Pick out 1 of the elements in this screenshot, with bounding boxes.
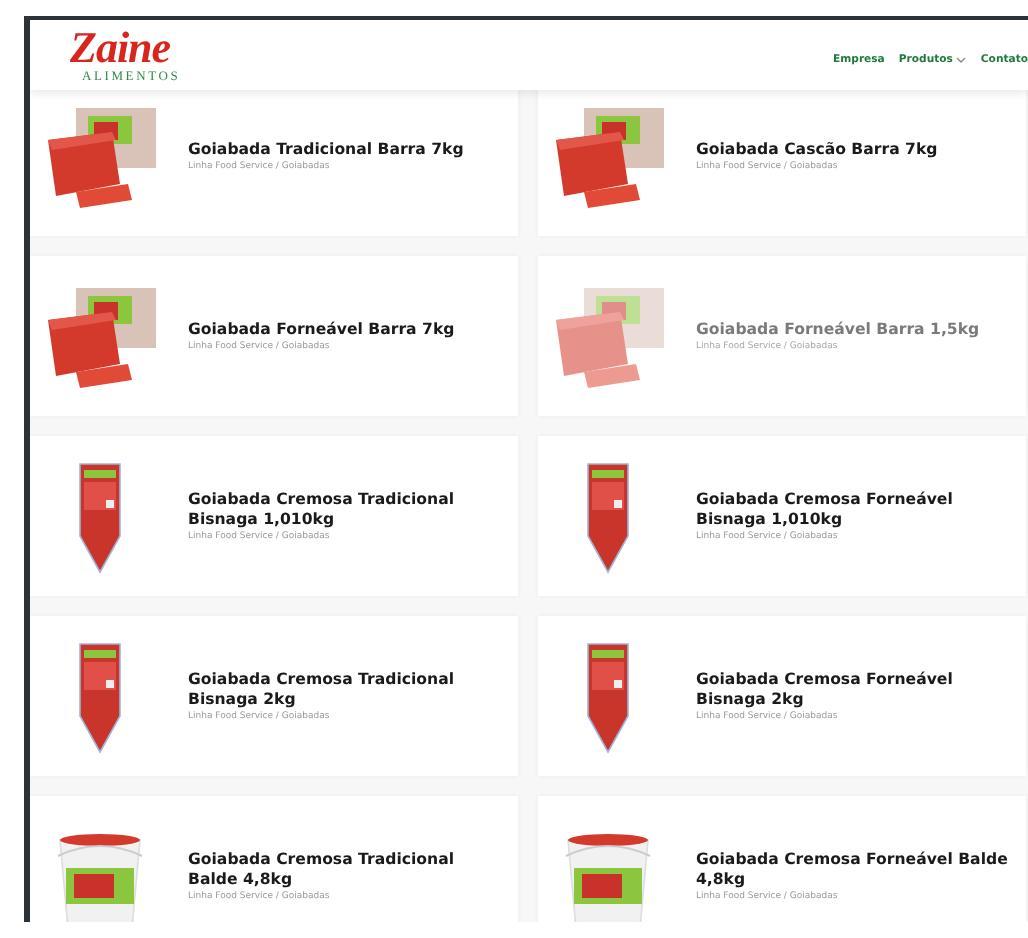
logo-wordmark[interactable]: Zaine	[70, 25, 171, 70]
